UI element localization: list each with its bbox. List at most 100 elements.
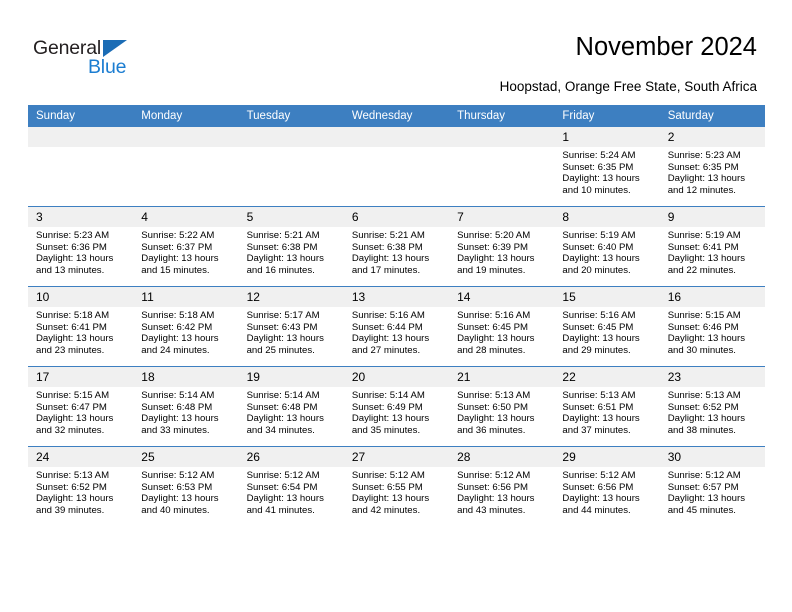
week-row: 3 Sunrise: 5:23 AM Sunset: 6:36 PM Dayli… <box>28 206 765 287</box>
weekday-header-sunday: Sunday <box>28 105 134 127</box>
sunset-text: Sunset: 6:56 PM <box>457 481 529 493</box>
day-cell[interactable]: 6 Sunrise: 5:21 AM Sunset: 6:38 PM Dayli… <box>343 206 450 287</box>
day-cell[interactable]: 9 Sunrise: 5:19 AM Sunset: 6:41 PM Dayli… <box>659 206 765 287</box>
day-details: Sunrise: 5:12 AM Sunset: 6:54 PM Dayligh… <box>239 467 344 516</box>
day-cell[interactable]: 29 Sunrise: 5:12 AM Sunset: 6:56 PM Dayl… <box>554 446 660 526</box>
day-cell[interactable]: 28 Sunrise: 5:12 AM Sunset: 6:56 PM Dayl… <box>449 446 555 526</box>
day-number: 28 <box>449 447 555 467</box>
sunrise-text: Sunrise: 5:13 AM <box>562 390 636 401</box>
day-number: 18 <box>133 367 239 387</box>
day-number: 11 <box>133 287 239 307</box>
day-cell[interactable]: 3 Sunrise: 5:23 AM Sunset: 6:36 PM Dayli… <box>28 206 134 287</box>
day-cell[interactable]: 10 Sunrise: 5:18 AM Sunset: 6:41 PM Dayl… <box>28 286 134 367</box>
day-cell[interactable]: 16 Sunrise: 5:15 AM Sunset: 6:46 PM Dayl… <box>659 286 765 367</box>
day-number: 13 <box>343 287 450 307</box>
sunrise-text: Sunrise: 5:12 AM <box>562 470 636 481</box>
day-details: Sunrise: 5:13 AM Sunset: 6:50 PM Dayligh… <box>449 387 554 436</box>
day-details: Sunrise: 5:15 AM Sunset: 6:46 PM Dayligh… <box>660 307 765 356</box>
sunrise-text: Sunrise: 5:13 AM <box>36 470 110 481</box>
day-cell[interactable] <box>449 127 555 207</box>
day-details: Sunrise: 5:13 AM Sunset: 6:52 PM Dayligh… <box>28 467 133 516</box>
day-cell[interactable]: 22 Sunrise: 5:13 AM Sunset: 6:51 PM Dayl… <box>554 366 660 447</box>
day-details: Sunrise: 5:24 AM Sunset: 6:35 PM Dayligh… <box>554 147 659 196</box>
day-details: Sunrise: 5:16 AM Sunset: 6:45 PM Dayligh… <box>554 307 659 356</box>
daylight-text: Daylight: 13 hours and 34 minutes. <box>246 413 324 436</box>
day-cell[interactable]: 25 Sunrise: 5:12 AM Sunset: 6:53 PM Dayl… <box>133 446 239 526</box>
day-cell[interactable]: 20 Sunrise: 5:14 AM Sunset: 6:49 PM Dayl… <box>343 366 450 447</box>
weekday-header-tuesday: Tuesday <box>238 105 344 127</box>
daylight-text: Daylight: 13 hours and 24 minutes. <box>141 333 219 356</box>
day-number: 9 <box>659 207 765 227</box>
daylight-text: Daylight: 13 hours and 37 minutes. <box>562 413 640 436</box>
day-cell[interactable] <box>343 127 450 207</box>
day-cell[interactable]: 15 Sunrise: 5:16 AM Sunset: 6:45 PM Dayl… <box>554 286 660 367</box>
day-cell[interactable]: 11 Sunrise: 5:18 AM Sunset: 6:42 PM Dayl… <box>133 286 239 367</box>
sunset-text: Sunset: 6:38 PM <box>246 241 318 253</box>
weekday-header-monday: Monday <box>133 105 239 127</box>
daylight-text: Daylight: 13 hours and 15 minutes. <box>141 253 219 276</box>
sunrise-text: Sunrise: 5:13 AM <box>457 390 531 401</box>
day-number: 2 <box>659 127 765 147</box>
daylight-text: Daylight: 13 hours and 12 minutes. <box>667 173 746 196</box>
day-cell[interactable] <box>133 127 239 207</box>
day-details: Sunrise: 5:23 AM Sunset: 6:35 PM Dayligh… <box>660 147 765 196</box>
day-number: 5 <box>238 207 344 227</box>
day-cell[interactable]: 7 Sunrise: 5:20 AM Sunset: 6:39 PM Dayli… <box>449 206 555 287</box>
sunrise-text: Sunrise: 5:16 AM <box>351 310 425 321</box>
day-details: Sunrise: 5:22 AM Sunset: 6:37 PM Dayligh… <box>133 227 238 276</box>
sunset-text: Sunset: 6:52 PM <box>36 481 107 493</box>
day-cell[interactable]: 23 Sunrise: 5:13 AM Sunset: 6:52 PM Dayl… <box>659 366 765 447</box>
sunrise-text: Sunrise: 5:19 AM <box>667 230 741 241</box>
day-cell[interactable]: 19 Sunrise: 5:14 AM Sunset: 6:48 PM Dayl… <box>238 366 344 447</box>
day-details: Sunrise: 5:21 AM Sunset: 6:38 PM Dayligh… <box>239 227 344 276</box>
day-cell[interactable]: 1 Sunrise: 5:24 AM Sunset: 6:35 PM Dayli… <box>554 127 660 207</box>
sunrise-text: Sunrise: 5:12 AM <box>667 470 741 481</box>
day-cell[interactable]: 18 Sunrise: 5:14 AM Sunset: 6:48 PM Dayl… <box>133 366 239 447</box>
day-cell[interactable]: 24 Sunrise: 5:13 AM Sunset: 6:52 PM Dayl… <box>28 446 134 526</box>
day-number <box>449 127 555 147</box>
sunset-text: Sunset: 6:46 PM <box>667 321 739 333</box>
day-cell[interactable]: 27 Sunrise: 5:12 AM Sunset: 6:55 PM Dayl… <box>343 446 450 526</box>
sunset-text: Sunset: 6:45 PM <box>562 321 634 333</box>
sunset-text: Sunset: 6:36 PM <box>36 241 107 253</box>
day-details: Sunrise: 5:12 AM Sunset: 6:55 PM Dayligh… <box>344 467 449 516</box>
sunrise-text: Sunrise: 5:12 AM <box>351 470 425 481</box>
day-cell[interactable]: 2 Sunrise: 5:23 AM Sunset: 6:35 PM Dayli… <box>659 127 765 207</box>
day-cell[interactable]: 12 Sunrise: 5:17 AM Sunset: 6:43 PM Dayl… <box>238 286 344 367</box>
day-cell[interactable] <box>238 127 344 207</box>
day-cell[interactable] <box>28 127 134 207</box>
week-row: 17 Sunrise: 5:15 AM Sunset: 6:47 PM Dayl… <box>28 366 765 447</box>
day-details: Sunrise: 5:14 AM Sunset: 6:49 PM Dayligh… <box>344 387 449 436</box>
daylight-text: Daylight: 13 hours and 40 minutes. <box>141 493 219 516</box>
sunset-text: Sunset: 6:42 PM <box>141 321 213 333</box>
day-cell[interactable]: 17 Sunrise: 5:15 AM Sunset: 6:47 PM Dayl… <box>28 366 134 447</box>
day-number: 16 <box>659 287 765 307</box>
day-cell[interactable]: 30 Sunrise: 5:12 AM Sunset: 6:57 PM Dayl… <box>659 446 765 526</box>
daylight-text: Daylight: 13 hours and 33 minutes. <box>141 413 219 436</box>
sunset-text: Sunset: 6:38 PM <box>351 241 423 253</box>
sunset-text: Sunset: 6:53 PM <box>141 481 213 493</box>
day-number: 1 <box>554 127 660 147</box>
day-number: 27 <box>343 447 450 467</box>
sunset-text: Sunset: 6:39 PM <box>457 241 529 253</box>
day-details: Sunrise: 5:13 AM Sunset: 6:51 PM Dayligh… <box>554 387 659 436</box>
weekday-header-friday: Friday <box>554 105 660 127</box>
day-details: Sunrise: 5:16 AM Sunset: 6:45 PM Dayligh… <box>449 307 554 356</box>
sunrise-text: Sunrise: 5:16 AM <box>457 310 531 321</box>
sunset-text: Sunset: 6:41 PM <box>36 321 107 333</box>
day-cell[interactable]: 26 Sunrise: 5:12 AM Sunset: 6:54 PM Dayl… <box>238 446 344 526</box>
day-cell[interactable]: 13 Sunrise: 5:16 AM Sunset: 6:44 PM Dayl… <box>343 286 450 367</box>
day-number: 19 <box>238 367 344 387</box>
daylight-text: Daylight: 13 hours and 30 minutes. <box>667 333 746 356</box>
day-cell[interactable]: 8 Sunrise: 5:19 AM Sunset: 6:40 PM Dayli… <box>554 206 660 287</box>
day-cell[interactable]: 4 Sunrise: 5:22 AM Sunset: 6:37 PM Dayli… <box>133 206 239 287</box>
daylight-text: Daylight: 13 hours and 36 minutes. <box>457 413 535 436</box>
day-details: Sunrise: 5:14 AM Sunset: 6:48 PM Dayligh… <box>133 387 238 436</box>
calendar-header-row: Sunday Monday Tuesday Wednesday Thursday… <box>28 105 765 127</box>
sunrise-text: Sunrise: 5:12 AM <box>246 470 320 481</box>
sunset-text: Sunset: 6:45 PM <box>457 321 529 333</box>
day-cell[interactable]: 5 Sunrise: 5:21 AM Sunset: 6:38 PM Dayli… <box>238 206 344 287</box>
day-cell[interactable]: 14 Sunrise: 5:16 AM Sunset: 6:45 PM Dayl… <box>449 286 555 367</box>
day-cell[interactable]: 21 Sunrise: 5:13 AM Sunset: 6:50 PM Dayl… <box>449 366 555 447</box>
day-number: 14 <box>449 287 555 307</box>
